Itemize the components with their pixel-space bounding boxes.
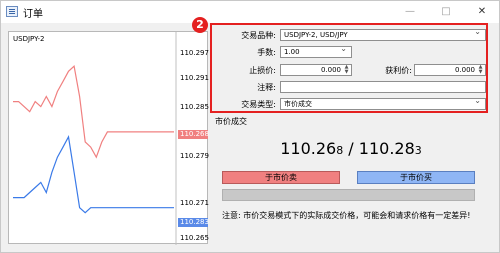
- takeprofit-input[interactable]: 0.000 ▲ ▼: [414, 64, 486, 76]
- price-separator: /: [343, 139, 359, 158]
- bid-series-line: [13, 65, 174, 159]
- ask-series-line: [13, 135, 174, 214]
- window-title: 订单: [23, 9, 43, 20]
- market-execution-section: 市价成交 110.268 / 110.283 于市价卖 于市价买 注意: 市价交…: [215, 116, 487, 246]
- symbol-select[interactable]: USDJPY-2, USD/JPY: [280, 27, 486, 41]
- y-tick-label: 110.279: [180, 152, 209, 160]
- symbol-label: 交易品种:: [241, 31, 276, 40]
- order-form-highlight: 交易品种: USDJPY-2, USD/JPY 手数: 1.00 止损价: 0.…: [210, 23, 488, 113]
- volume-combo-value: 1.00: [284, 48, 300, 56]
- bid-price-tag: 110.268: [178, 130, 209, 139]
- bid-price: 110.26: [280, 139, 337, 158]
- order-type-select[interactable]: 市价成交: [280, 96, 486, 110]
- order-window-icon: [6, 6, 18, 17]
- symbol-select-value: USDJPY-2, USD/JPY: [284, 31, 348, 39]
- tick-chart: USDJPY-2 110.297 110.291 110.285 110.279…: [8, 31, 209, 245]
- y-tick-label: 110.291: [180, 74, 209, 82]
- ask-price: 110.28: [358, 139, 415, 158]
- status-bar: [222, 189, 475, 201]
- maximize-button[interactable]: □: [433, 3, 459, 21]
- chart-symbol-label: USDJPY-2: [13, 35, 45, 43]
- ask-price-tag: 110.283: [178, 218, 209, 227]
- y-tick-label: 110.271: [180, 199, 209, 207]
- close-button[interactable]: ✕: [469, 3, 495, 21]
- y-tick-label: 110.265: [180, 234, 209, 242]
- stoploss-spinner[interactable]: ▲ ▼: [343, 65, 350, 75]
- order-type-label: 交易类型:: [241, 100, 276, 109]
- comment-label: 注释:: [257, 83, 276, 92]
- execution-notice: 注意: 市价交易模式下的实际成交价格，可能会和请求价格有一定差异!: [222, 211, 471, 220]
- step-callout-badge: 2: [192, 17, 208, 33]
- y-tick-label: 110.285: [180, 103, 209, 111]
- ask-price-last-digit: 3: [414, 144, 422, 157]
- volume-label: 手数:: [257, 48, 276, 57]
- market-execution-label: 市价成交: [215, 117, 247, 126]
- sell-at-market-button[interactable]: 于市价卖: [222, 171, 340, 184]
- order-type-value: 市价成交: [284, 100, 312, 108]
- bid-ask-display: 110.268 / 110.283: [215, 139, 487, 158]
- stoploss-label: 止损价:: [249, 66, 276, 75]
- takeprofit-spinner[interactable]: ▲ ▼: [477, 65, 484, 75]
- volume-combo[interactable]: 1.00: [280, 44, 352, 58]
- takeprofit-label: 获利价:: [385, 66, 412, 75]
- stoploss-value: 0.000: [320, 66, 341, 74]
- order-window: 订单 — □ ✕ USDJPY-2 110.297 110.291 110.28…: [0, 0, 500, 253]
- y-tick-label: 110.297: [180, 49, 209, 57]
- buy-at-market-button[interactable]: 于市价买: [357, 171, 475, 184]
- comment-input[interactable]: [280, 81, 486, 93]
- minimize-button[interactable]: —: [397, 3, 423, 21]
- stoploss-input[interactable]: 0.000 ▲ ▼: [280, 64, 352, 76]
- title-bar: 订单 — □ ✕: [1, 1, 499, 23]
- takeprofit-value: 0.000: [454, 66, 475, 74]
